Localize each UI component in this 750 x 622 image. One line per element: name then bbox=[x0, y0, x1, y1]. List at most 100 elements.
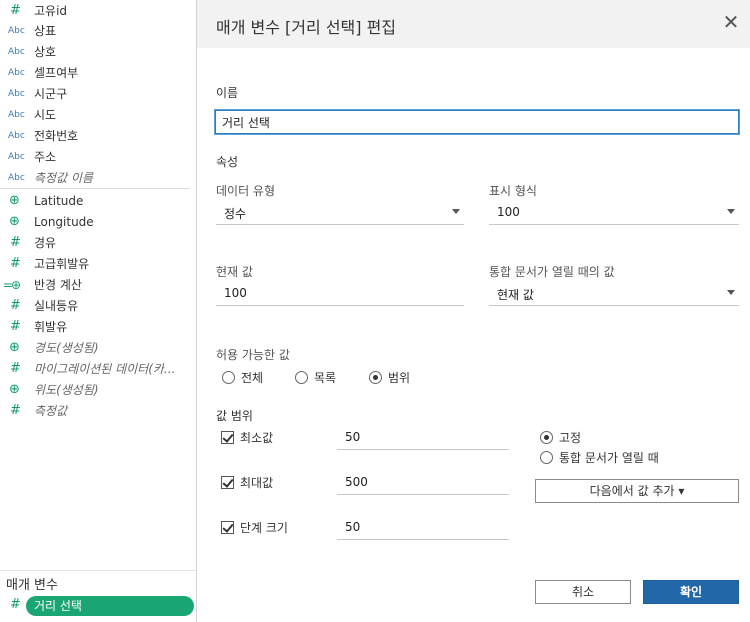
max-checkbox[interactable]: 최대값 bbox=[221, 474, 273, 491]
chevron-down-icon bbox=[727, 290, 735, 295]
field-item[interactable]: # 경유 bbox=[0, 232, 190, 253]
radio-when-workbook-opens[interactable]: 통합 문서가 열릴 때 bbox=[540, 449, 659, 466]
globe-icon: ⊕ bbox=[9, 340, 20, 355]
parameters-header: 매개 변수 bbox=[6, 578, 58, 593]
field-item[interactable]: =⊕ 반경 계산 bbox=[0, 274, 190, 295]
radio-list-label: 목록 bbox=[314, 371, 337, 385]
radio-all-label: 전체 bbox=[241, 371, 264, 385]
parameter-item-distance[interactable]: # 거리 선택 bbox=[0, 595, 196, 617]
number-icon: # bbox=[10, 3, 21, 18]
radio-circle bbox=[295, 371, 308, 384]
min-checkbox[interactable]: 최소값 bbox=[221, 429, 273, 446]
field-item[interactable]: Abc 주소 bbox=[0, 146, 190, 167]
allowable-values-label: 허용 가능한 값 bbox=[216, 348, 290, 362]
field-label: 주소 bbox=[34, 150, 57, 164]
field-item[interactable]: ⊕ 위도(생성됨) bbox=[0, 379, 190, 400]
edit-parameter-dialog: 매개 변수 [거리 선택] 편집 ✕ 이름 거리 선택 속성 데이터 유형 정수… bbox=[197, 0, 750, 622]
string-icon: Abc bbox=[8, 109, 25, 120]
step-value-field[interactable]: 50 bbox=[337, 516, 509, 540]
data-type-label: 데이터 유형 bbox=[216, 184, 276, 198]
string-icon: Abc bbox=[8, 67, 25, 78]
field-label: 상호 bbox=[34, 45, 57, 59]
radio-fixed-label: 고정 bbox=[559, 431, 582, 445]
workbook-open-label: 통합 문서가 열릴 때의 값 bbox=[489, 265, 615, 279]
add-values-from-button[interactable]: 다음에서 값 추가 ▾ bbox=[535, 479, 739, 503]
field-label: 고급휘발유 bbox=[34, 257, 90, 271]
string-icon: Abc bbox=[8, 88, 25, 99]
current-value-label: 현재 값 bbox=[216, 265, 253, 279]
field-item[interactable]: ⊕ Latitude bbox=[0, 190, 190, 211]
current-value-field[interactable]: 100 bbox=[216, 282, 464, 306]
chevron-down-icon bbox=[452, 209, 460, 214]
field-item[interactable]: Abc 상호 bbox=[0, 41, 190, 62]
field-label: 상표 bbox=[34, 24, 57, 38]
field-item[interactable]: Abc 시군구 bbox=[0, 83, 190, 104]
step-label: 단계 크기 bbox=[240, 521, 288, 535]
divider bbox=[0, 570, 196, 571]
chevron-down-icon bbox=[727, 209, 735, 214]
globe-icon: ⊕ bbox=[9, 214, 20, 229]
number-icon: # bbox=[10, 235, 21, 250]
string-icon: Abc bbox=[8, 46, 25, 57]
max-value-field[interactable]: 500 bbox=[337, 471, 509, 495]
checkbox-checked bbox=[221, 521, 234, 534]
string-icon: Abc bbox=[8, 151, 25, 162]
number-icon: # bbox=[10, 298, 21, 313]
close-icon[interactable]: ✕ bbox=[720, 12, 742, 34]
step-checkbox[interactable]: 단계 크기 bbox=[221, 519, 288, 536]
field-item[interactable]: ⊕ 경도(생성됨) bbox=[0, 337, 190, 358]
number-icon: # bbox=[10, 597, 21, 612]
field-label: 측정값 bbox=[34, 404, 68, 418]
data-type-value: 정수 bbox=[224, 207, 247, 221]
radio-range[interactable]: 범위 bbox=[369, 369, 410, 386]
field-label: 경도(생성됨) bbox=[34, 341, 99, 355]
radio-circle bbox=[540, 451, 553, 464]
data-pane: # 고유id Abc 상표 Abc 상호 Abc 셀프여부 Abc 시군구 Abc 시도 Abc 전화번호… bbox=[0, 0, 197, 622]
number-icon: # bbox=[10, 319, 21, 334]
number-icon: # bbox=[10, 256, 21, 271]
field-label: 시군구 bbox=[34, 87, 68, 101]
field-item[interactable]: Abc 셀프여부 bbox=[0, 62, 190, 83]
field-item[interactable]: ⊕ Longitude bbox=[0, 211, 190, 232]
ok-button[interactable]: 확인 bbox=[643, 580, 739, 604]
field-label: 시도 bbox=[34, 108, 57, 122]
radio-list[interactable]: 목록 bbox=[295, 369, 336, 386]
divider bbox=[0, 188, 190, 189]
field-label: 경유 bbox=[34, 236, 57, 250]
properties-label: 속성 bbox=[216, 155, 239, 169]
radio-circle-selected bbox=[540, 431, 553, 444]
field-item[interactable]: # 고유id bbox=[0, 0, 190, 21]
field-label: 전화번호 bbox=[34, 129, 79, 143]
checkbox-checked bbox=[221, 431, 234, 444]
cancel-button[interactable]: 취소 bbox=[535, 580, 631, 604]
name-label: 이름 bbox=[216, 86, 239, 100]
field-item[interactable]: Abc 측정값 이름 bbox=[0, 167, 190, 188]
field-label: 반경 계산 bbox=[34, 278, 82, 292]
field-item[interactable]: Abc 상표 bbox=[0, 20, 190, 41]
display-format-label: 표시 형식 bbox=[489, 184, 537, 198]
field-item[interactable]: # 휘발유 bbox=[0, 316, 190, 337]
display-format-select[interactable]: 100 bbox=[489, 201, 739, 225]
workbook-open-select[interactable]: 현재 값 bbox=[489, 282, 739, 306]
radio-range-label: 범위 bbox=[388, 371, 411, 385]
field-label: 휘발유 bbox=[34, 320, 68, 334]
min-value-field[interactable]: 50 bbox=[337, 426, 509, 450]
field-item[interactable]: # 실내등유 bbox=[0, 295, 190, 316]
field-label: 고유id bbox=[34, 4, 68, 18]
checkbox-checked bbox=[221, 476, 234, 489]
radio-fixed[interactable]: 고정 bbox=[540, 429, 581, 446]
field-item[interactable]: # 고급휘발유 bbox=[0, 253, 190, 274]
display-format-value: 100 bbox=[497, 205, 520, 219]
field-item[interactable]: Abc 시도 bbox=[0, 104, 190, 125]
globe-icon: ⊕ bbox=[9, 382, 20, 397]
min-label: 최소값 bbox=[240, 431, 274, 445]
name-input[interactable]: 거리 선택 bbox=[215, 110, 739, 134]
parameter-pill[interactable]: 거리 선택 bbox=[26, 596, 194, 616]
data-type-select[interactable]: 정수 bbox=[216, 201, 464, 225]
radio-circle-selected bbox=[369, 371, 382, 384]
radio-all[interactable]: 전체 bbox=[222, 369, 263, 386]
field-item[interactable]: Abc 전화번호 bbox=[0, 125, 190, 146]
globe-icon: ⊕ bbox=[9, 193, 20, 208]
field-item[interactable]: # 마이그레이션된 데이터(카... bbox=[0, 358, 190, 379]
field-item[interactable]: # 측정값 bbox=[0, 400, 190, 421]
